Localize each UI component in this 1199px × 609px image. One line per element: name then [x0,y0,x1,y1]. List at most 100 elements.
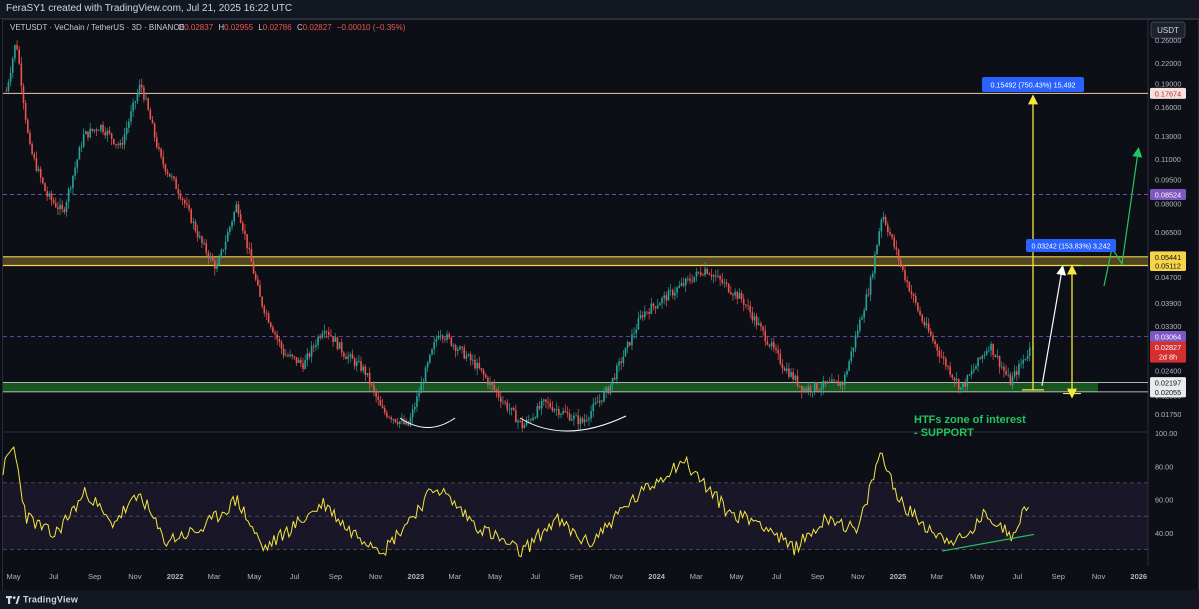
candle-body [521,420,524,429]
candle-body [35,158,38,171]
candle-body [82,134,85,147]
price-badge-label: 0.05112 [1155,261,1181,270]
candle-body [123,134,126,145]
candle-body [239,213,242,223]
candle-body [93,129,96,131]
candle-body [895,247,898,250]
candle-body [160,148,162,157]
candle-body [568,413,571,421]
candle-body [869,277,872,295]
candle-body [411,409,414,418]
candle-body [128,121,130,128]
candle-body [130,111,132,122]
candle-body [736,291,739,299]
price-tick-label: 0.06500 [1155,228,1181,237]
rsi-tick-label: 60.00 [1155,496,1173,505]
candle-body [712,275,715,277]
candle-body [392,419,395,420]
candle-body [1013,371,1016,377]
candle-body [601,400,603,402]
time-label: 2023 [408,572,425,581]
candle-body [573,415,575,420]
symbol-legend: VETUSDT · VeChain / TetherUS · 3D · BINA… [10,23,184,32]
candle-body [377,396,380,401]
candle-body [469,354,472,361]
chart-canvas[interactable]: VETUSDT · VeChain / TetherUS · 3D · BINA… [0,0,1199,609]
candle-body [852,347,855,352]
candle-body [897,249,900,261]
price-badge-label: 0.17674 [1155,89,1181,98]
time-label: Nov [610,572,624,581]
candle-body [517,420,519,423]
candle-body [882,216,885,220]
candle-body [721,279,724,283]
candle-body [136,93,139,102]
candle-body [833,379,835,381]
candle-body [656,305,659,309]
candle-body [69,188,72,189]
candle-body [540,401,543,409]
candle-body [757,323,760,326]
candle-body [811,391,814,393]
candle-body [828,381,831,383]
candle-body [375,390,377,397]
candle-body [302,363,304,369]
candle-body [186,203,188,205]
candle-body [738,292,741,299]
candle-body [480,368,483,371]
candle-body [560,413,562,416]
candle-body [1003,366,1005,371]
candle-body [364,366,367,375]
candle-body [119,142,122,146]
candle-body [179,193,182,199]
rsi-tick-label: 40.00 [1155,529,1173,538]
candle-body [972,369,975,371]
candle-body [209,255,212,259]
candle-body [594,402,597,404]
candle-body [730,292,732,295]
time-label: Sep [811,572,824,581]
candle-body [693,276,696,282]
candle-body [841,382,844,385]
candle-body [482,370,485,375]
target-high-label[interactable]: 0.15492 (750.43%) 15,492 [982,77,1084,92]
candle-body [822,380,825,389]
price-levels [3,92,1148,393]
price-tick-label: 0.04700 [1155,273,1181,282]
candle-body [336,337,339,349]
candle-body [80,146,83,148]
resistance-zone [3,256,1148,266]
candle-body [843,374,846,385]
candle-body [884,216,887,225]
candle-body [259,285,261,297]
candle-body [788,368,790,377]
candle-body [820,388,822,390]
price-axis[interactable]: 0.26000 0.22000 0.19000 0.16000 0.13000 0.110… [1150,36,1186,538]
target-mid-label[interactable]: 0.03242 (153.83%) 3,242 [1026,239,1116,252]
candle-body [155,137,158,148]
candle-body [353,358,356,366]
candle-body [542,399,545,402]
candle-body [50,193,53,201]
candle-body [745,304,747,306]
candle-body [955,379,958,381]
candle-body [695,271,698,277]
candle-body [626,342,629,348]
candle-body [158,147,160,149]
candle-body [351,354,354,359]
time-label: 2022 [167,572,184,581]
candle-body [1022,359,1025,364]
candle-body [220,250,223,258]
candle-body [962,383,964,388]
candle-body [332,336,334,342]
price-tick-label: 0.02400 [1155,366,1181,375]
candle-body [293,356,296,358]
candle-body [110,133,113,140]
time-axis[interactable]: May Jul Sep Nov 2022 Mar May Jul Sep Nov 2023 Mar Ma… [6,572,1147,581]
last-price-label: 0.02827 [1155,343,1181,352]
candle-body [194,221,197,232]
rsi-pane [2,446,1148,558]
candle-body [104,132,106,136]
candle-body [145,98,147,100]
candle-body [121,142,124,145]
